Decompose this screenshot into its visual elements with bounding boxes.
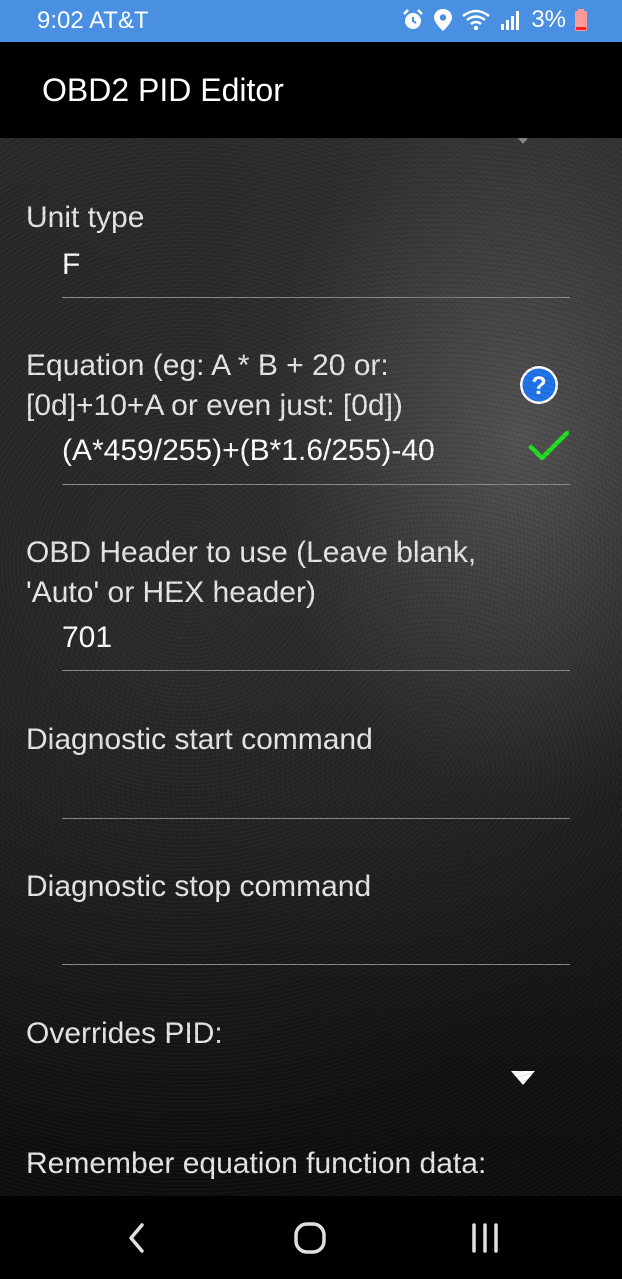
- unit-type-underline: [62, 297, 570, 298]
- overrides-pid-label: Overrides PID:: [26, 1017, 223, 1050]
- home-icon[interactable]: [293, 1221, 327, 1255]
- equation-label-line1: Equation (eg: A * B + 20 or:: [26, 349, 389, 382]
- obd-header-underline: [62, 670, 570, 671]
- obd-header-input[interactable]: 701: [62, 621, 112, 655]
- status-time: 9:02 AT&T: [37, 7, 149, 34]
- equation-underline: [62, 484, 570, 485]
- battery-icon: [575, 9, 587, 31]
- editor-form[interactable]: Unit type F Equation (eg: A * B + 20 or:…: [0, 138, 622, 1196]
- checkmark-icon: [528, 430, 570, 461]
- diag-stop-underline: [62, 964, 570, 965]
- unit-type-label: Unit type: [26, 201, 145, 234]
- triangle-down-icon: [518, 138, 528, 144]
- diag-stop-label: Diagnostic stop command: [26, 870, 372, 903]
- status-icons: 3%: [401, 6, 588, 34]
- obd-header-label-line1: OBD Header to use (Leave blank,: [26, 536, 477, 569]
- remember-equation-label: Remember equation function data:: [26, 1147, 487, 1180]
- diag-start-input[interactable]: [62, 770, 570, 810]
- navigation-bar: [0, 1196, 622, 1279]
- recents-icon[interactable]: [470, 1222, 500, 1254]
- status-bar: 9:02 AT&T 3%: [0, 0, 622, 42]
- triangle-down-icon: [511, 1071, 535, 1085]
- overrides-pid-dropdown[interactable]: [62, 1058, 570, 1104]
- obd-header-label-line2: 'Auto' or HEX header): [26, 576, 316, 609]
- battery-percent: 3%: [531, 6, 566, 33]
- diag-start-underline: [62, 818, 570, 819]
- equation-input[interactable]: (A*459/255)+(B*1.6/255)-40: [62, 434, 435, 468]
- back-icon[interactable]: [126, 1222, 148, 1254]
- diag-start-label: Diagnostic start command: [26, 723, 373, 756]
- svg-text:?: ?: [531, 372, 546, 400]
- app-title: OBD2 PID Editor: [42, 72, 284, 108]
- alarm-icon: [403, 9, 424, 29]
- unit-type-input[interactable]: F: [62, 248, 80, 282]
- help-circle-icon[interactable]: ?: [518, 364, 560, 406]
- signal-icon: [501, 11, 520, 30]
- diag-stop-input[interactable]: [62, 917, 570, 957]
- location-icon: [434, 9, 453, 31]
- equation-label-line2: [0d]+10+A or even just: [0d]): [26, 389, 403, 422]
- app-bar: OBD2 PID Editor: [0, 42, 622, 138]
- wifi-icon: [462, 9, 491, 31]
